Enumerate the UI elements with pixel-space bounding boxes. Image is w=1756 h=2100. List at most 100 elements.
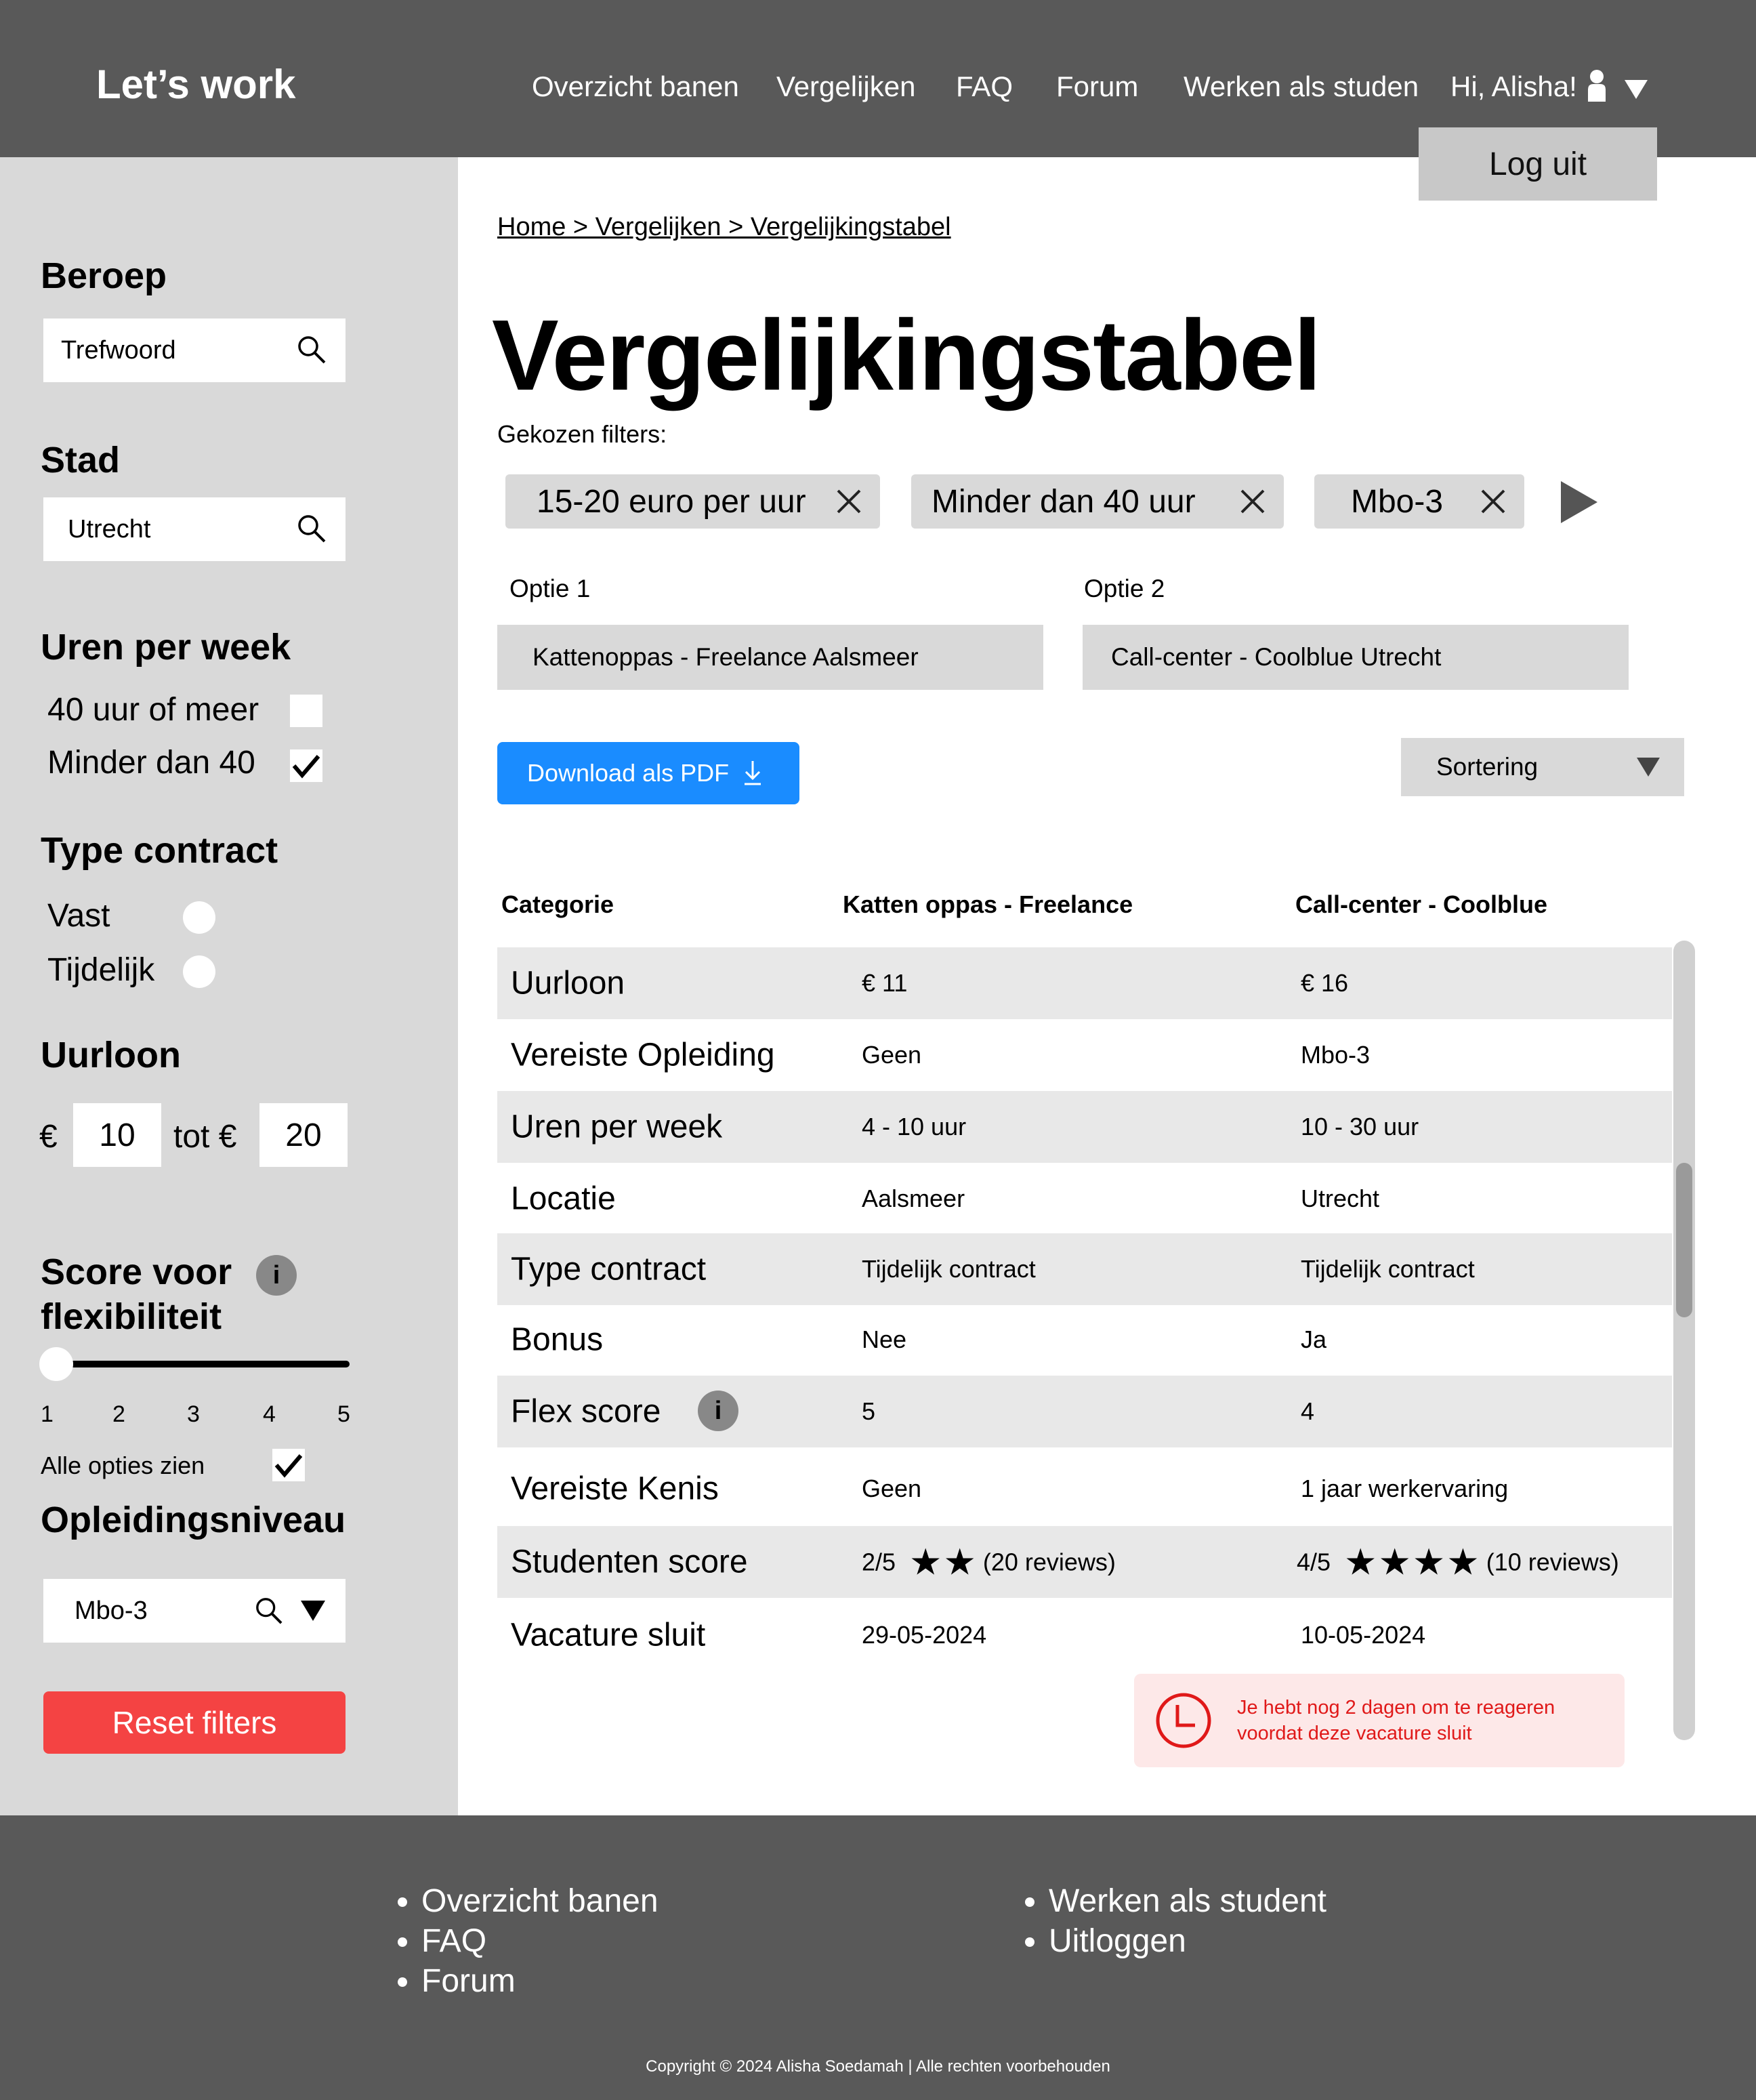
- table-header: Categorie: [501, 890, 614, 918]
- row-value-2: Tijdelijk contract: [1301, 1255, 1475, 1283]
- alle-opties-checkbox[interactable]: [272, 1449, 305, 1481]
- row-value-2: Mbo-3: [1301, 1041, 1371, 1069]
- table-row: Uren per week 4 - 10 uur 10 - 30 uur: [497, 1091, 1672, 1163]
- opleiding-heading: Opleidingsniveau: [41, 1500, 346, 1540]
- info-icon[interactable]: i: [698, 1391, 738, 1431]
- uurloon-min-input[interactable]: 10: [73, 1103, 161, 1167]
- chip-label: Minder dan 40 uur: [932, 483, 1196, 520]
- footer-link[interactable]: Forum: [421, 1961, 658, 2001]
- tijdelijk-radio[interactable]: [183, 955, 215, 988]
- row-value-1: Aalsmeer: [862, 1185, 965, 1212]
- info-icon[interactable]: i: [256, 1255, 297, 1296]
- option1-select[interactable]: Kattenoppas - Freelance Aalsmeer: [497, 625, 1043, 690]
- stad-search-input[interactable]: Utrecht: [43, 497, 346, 561]
- slider-tick: 3: [187, 1401, 200, 1427]
- slider-tick: 5: [337, 1401, 350, 1427]
- search-icon[interactable]: [297, 335, 327, 365]
- row-value-1: 2/5 ★★ (20 reviews): [862, 1541, 1116, 1584]
- row-value-2: 1 jaar werkervaring: [1301, 1475, 1509, 1502]
- beroep-search-input[interactable]: Trefwoord: [43, 318, 346, 382]
- filter-chip[interactable]: 15-20 euro per uur: [505, 474, 880, 529]
- footer-link[interactable]: Werken als student: [1049, 1881, 1326, 1921]
- scrollbar-thumb[interactable]: [1676, 1163, 1692, 1317]
- stad-value: Utrecht: [68, 514, 151, 543]
- scrollbar[interactable]: [1673, 941, 1695, 1740]
- table-header: Call-center - Coolblue: [1295, 890, 1548, 918]
- download-pdf-button[interactable]: Download als PDF: [497, 742, 799, 804]
- logo[interactable]: Let’s work: [96, 61, 296, 108]
- search-icon[interactable]: [255, 1597, 283, 1625]
- search-icon[interactable]: [297, 514, 327, 543]
- star-rating-icon: ★★: [909, 1542, 978, 1583]
- flex-slider-track[interactable]: [54, 1361, 350, 1367]
- nav-overzicht-banen[interactable]: Overzicht banen: [532, 70, 739, 103]
- footer-link[interactable]: Overzicht banen: [421, 1881, 658, 1921]
- chevron-down-icon: [1637, 758, 1660, 777]
- filter-chip[interactable]: Mbo-3: [1314, 474, 1524, 529]
- uurloon-max-input[interactable]: 20: [259, 1103, 348, 1167]
- uurloon-heading: Uurloon: [41, 1035, 181, 1075]
- nav-forum[interactable]: Forum: [1056, 70, 1138, 103]
- row-category: Vereiste Kenis: [511, 1470, 719, 1507]
- table-row: Vereiste Opleiding Geen Mbo-3: [497, 1019, 1672, 1091]
- row-value-1: Tijdelijk contract: [862, 1255, 1036, 1283]
- table-row: Bonus Nee Ja: [497, 1304, 1672, 1376]
- row-category: Bonus: [511, 1321, 604, 1358]
- footer-link[interactable]: FAQ: [421, 1921, 658, 1961]
- opleiding-select[interactable]: Mbo-3: [43, 1579, 346, 1643]
- option2-label: Optie 2: [1084, 575, 1165, 602]
- table-row: Type contract Tijdelijk contract Tijdeli…: [497, 1233, 1672, 1305]
- row-value-1: Geen: [862, 1041, 922, 1069]
- chevron-down-icon[interactable]: [301, 1601, 325, 1621]
- footer-link[interactable]: Uitloggen: [1049, 1921, 1326, 1961]
- row-category: Uren per week: [511, 1109, 723, 1145]
- option2-select[interactable]: Call-center - Coolblue Utrecht: [1083, 625, 1629, 690]
- row-value-2: 10-05-2024: [1301, 1621, 1426, 1649]
- close-icon[interactable]: [1239, 488, 1266, 515]
- deadline-alert: Je hebt nog 2 dagen om te reageren voord…: [1134, 1674, 1625, 1767]
- nav-faq[interactable]: FAQ: [956, 70, 1013, 103]
- close-icon[interactable]: [1480, 488, 1507, 515]
- score-value: 2/5: [862, 1548, 896, 1576]
- user-icon[interactable]: [1585, 69, 1608, 103]
- filter-chip[interactable]: Minder dan 40 uur: [911, 474, 1284, 529]
- nav-vergelijken[interactable]: Vergelijken: [776, 70, 915, 103]
- table-row: Studenten score 2/5 ★★ (20 reviews) 4/5 …: [497, 1526, 1672, 1598]
- sort-dropdown[interactable]: Sortering: [1401, 738, 1684, 796]
- flex-slider-handle[interactable]: [39, 1347, 73, 1381]
- uren-minder-checkbox[interactable]: [290, 749, 322, 782]
- next-arrow-icon[interactable]: [1561, 481, 1597, 523]
- row-value-2: € 16: [1301, 969, 1349, 997]
- row-value-2: 10 - 30 uur: [1301, 1113, 1419, 1140]
- vast-radio[interactable]: [183, 901, 215, 934]
- close-icon[interactable]: [835, 488, 862, 515]
- filters-label: Gekozen filters:: [497, 420, 667, 448]
- alle-opties-label: Alle opties zien: [41, 1452, 205, 1479]
- uren-40-checkbox[interactable]: [290, 695, 322, 727]
- flex-heading-line2: flexibiliteit: [41, 1296, 222, 1337]
- review-count: (10 reviews): [1486, 1548, 1619, 1576]
- row-category: Uurloon: [511, 965, 625, 1002]
- download-pdf-label: Download als PDF: [527, 759, 730, 787]
- chip-label: Mbo-3: [1351, 483, 1444, 520]
- breadcrumb[interactable]: Home > Vergelijken > Vergelijkingstabel: [497, 213, 951, 242]
- row-category: Studenten score: [511, 1544, 748, 1580]
- beroep-placeholder: Trefwoord: [61, 335, 176, 365]
- star-rating-icon: ★★★★: [1344, 1542, 1481, 1583]
- review-count: (20 reviews): [982, 1548, 1116, 1576]
- uren-option-label: Minder dan 40: [47, 745, 255, 781]
- nav-werken-als-student[interactable]: Werken als studen: [1184, 70, 1419, 103]
- row-category: Type contract: [511, 1251, 707, 1288]
- checkmark-icon: [292, 755, 320, 779]
- logout-button[interactable]: Log uit: [1419, 127, 1657, 201]
- row-value-2: 4: [1301, 1397, 1315, 1425]
- row-category: Vereiste Opleiding: [511, 1037, 775, 1073]
- user-greeting[interactable]: Hi, Alisha!: [1450, 70, 1577, 103]
- reset-filters-button[interactable]: Reset filters: [43, 1691, 346, 1754]
- table-row: Locatie Aalsmeer Utrecht: [497, 1163, 1672, 1235]
- chevron-down-icon[interactable]: [1625, 80, 1648, 99]
- clock-icon: [1156, 1693, 1211, 1748]
- checkmark-icon: [274, 1454, 303, 1478]
- table-header: Katten oppas - Freelance: [843, 890, 1133, 918]
- uurloon-between-label: tot €: [173, 1119, 237, 1155]
